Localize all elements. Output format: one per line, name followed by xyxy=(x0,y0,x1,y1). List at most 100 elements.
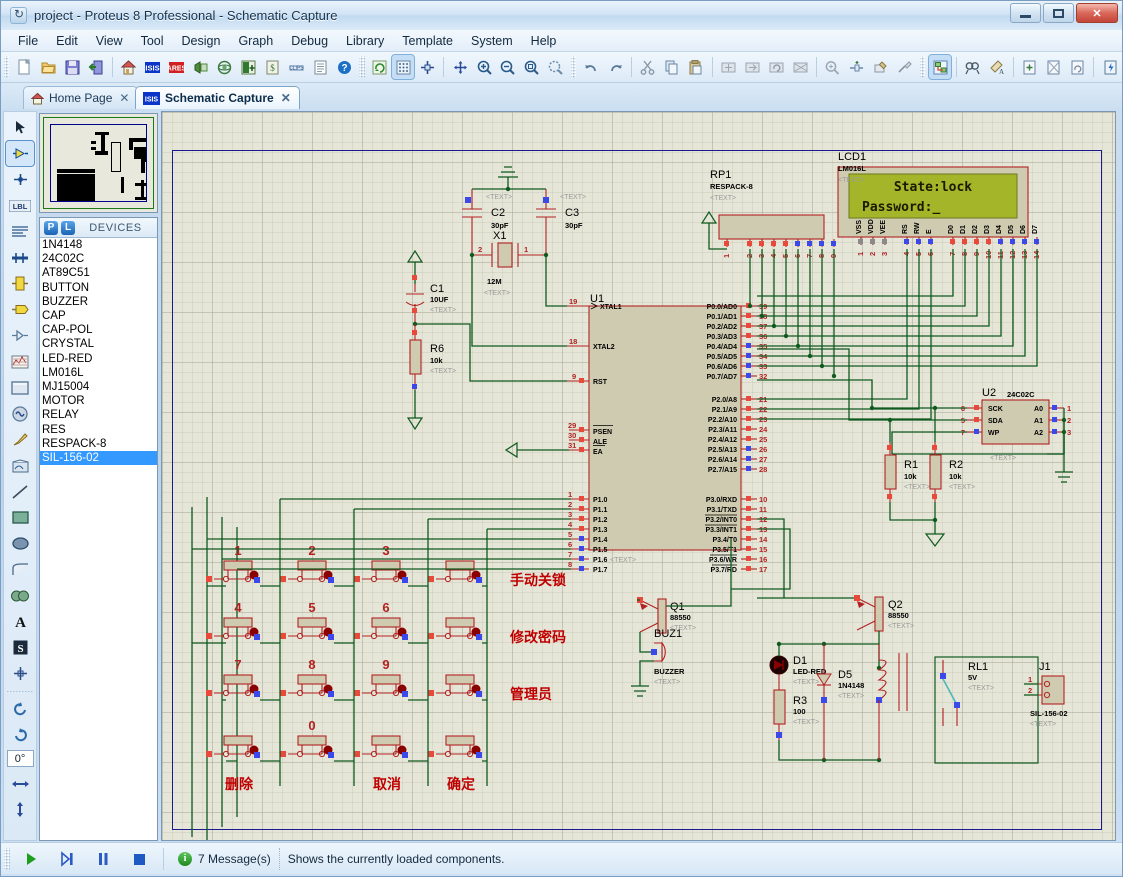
home-page-button[interactable] xyxy=(118,55,140,79)
zoom-all-button[interactable] xyxy=(521,55,543,79)
tab-home-page[interactable]: Home Page ✕ xyxy=(23,86,139,109)
device-item-mj15004[interactable]: MJ15004 xyxy=(40,380,157,394)
menu-design[interactable]: Design xyxy=(173,32,230,50)
origin-button[interactable] xyxy=(416,55,438,79)
save-design-button[interactable] xyxy=(61,55,83,79)
key-button-cancel[interactable] xyxy=(354,735,408,758)
text-script-tool[interactable] xyxy=(6,219,34,244)
key-button-8[interactable]: 8 xyxy=(280,657,334,697)
device-item-buzzer[interactable]: BUZZER xyxy=(40,295,157,309)
pick-from-libraries-button[interactable]: P xyxy=(44,220,58,235)
bill-materials-button[interactable] xyxy=(1099,55,1121,79)
rotate-clockwise-button[interactable] xyxy=(6,696,34,721)
r2-body[interactable] xyxy=(929,454,942,490)
open-design-button[interactable] xyxy=(37,55,59,79)
toolbar-grip[interactable] xyxy=(4,56,10,78)
device-item-at89c51[interactable]: AT89C51 xyxy=(40,266,157,280)
library-manager-button[interactable]: L xyxy=(61,220,75,235)
exit-sheet-button[interactable] xyxy=(1066,55,1088,79)
key-button-manual-lock[interactable] xyxy=(428,560,482,583)
copy-button[interactable] xyxy=(661,55,683,79)
pick-device-button[interactable] xyxy=(822,55,844,79)
cut-button[interactable] xyxy=(637,55,659,79)
menu-help[interactable]: Help xyxy=(522,32,566,50)
mirror-vertical-button[interactable] xyxy=(6,797,34,822)
block-delete-button[interactable] xyxy=(789,55,811,79)
menu-view[interactable]: View xyxy=(87,32,132,50)
zoom-out-button[interactable] xyxy=(497,55,519,79)
block-copy-button[interactable] xyxy=(718,55,740,79)
3d-visualizer-button[interactable] xyxy=(214,55,236,79)
undo-button[interactable] xyxy=(580,55,602,79)
step-simulation-button[interactable] xyxy=(52,846,82,872)
buses-tool[interactable] xyxy=(6,245,34,270)
block-move-button[interactable] xyxy=(741,55,763,79)
devices-list[interactable]: 1N4148 24C02C AT89C51 BUTTON BUZZER CAP … xyxy=(40,238,157,840)
selection-mode-tool[interactable] xyxy=(6,115,34,140)
r1-body[interactable] xyxy=(884,454,897,490)
arc-tool[interactable] xyxy=(6,557,34,582)
remove-sheet-button[interactable] xyxy=(1043,55,1065,79)
device-item-relay[interactable]: RELAY xyxy=(40,408,157,422)
search-tag-button[interactable] xyxy=(962,55,984,79)
key-button-admin[interactable] xyxy=(428,674,482,697)
device-item-button[interactable]: BUTTON xyxy=(40,281,157,295)
statusbar-grip[interactable] xyxy=(4,847,10,870)
key-button-delete[interactable] xyxy=(206,735,260,758)
rp1-body[interactable] xyxy=(718,214,825,240)
device-item-sil-156-02[interactable]: SIL-156-02 xyxy=(40,451,157,466)
key-button-7[interactable]: 7 xyxy=(206,657,260,697)
zoom-area-button[interactable] xyxy=(545,55,567,79)
key-button-change-password[interactable] xyxy=(428,617,482,640)
rotation-angle-input[interactable]: 0° xyxy=(6,750,34,767)
project-clips-button[interactable]: CLIPS xyxy=(285,55,307,79)
make-device-button[interactable] xyxy=(846,55,868,79)
voltage-probe-tool[interactable] xyxy=(6,427,34,452)
device-item-led-red[interactable]: LED-RED xyxy=(40,352,157,366)
mirror-horizontal-button[interactable] xyxy=(6,771,34,796)
paste-button[interactable] xyxy=(685,55,707,79)
device-item-respack-8[interactable]: RESPACK-8 xyxy=(40,437,157,451)
key-button-0[interactable]: 0 xyxy=(280,718,334,758)
device-item-motor[interactable]: MOTOR xyxy=(40,394,157,408)
device-item-24c02c[interactable]: 24C02C xyxy=(40,252,157,266)
key-button-5[interactable]: 5 xyxy=(280,600,334,640)
key-button-4[interactable]: 4 xyxy=(206,600,260,640)
rotate-anticlockwise-button[interactable] xyxy=(6,722,34,747)
pause-simulation-button[interactable] xyxy=(88,846,118,872)
menu-debug[interactable]: Debug xyxy=(282,32,337,50)
import-export-button[interactable] xyxy=(85,55,107,79)
redo-button[interactable] xyxy=(604,55,626,79)
menu-tool[interactable]: Tool xyxy=(132,32,173,50)
tab-close-home-page[interactable]: ✕ xyxy=(119,91,129,105)
x1-body[interactable] xyxy=(497,242,513,268)
component-mode-tool[interactable] xyxy=(5,140,35,167)
schematic-canvas[interactable]: .w { stroke:#0f5a1e; stroke-width:1.3; f… xyxy=(161,111,1116,841)
toolbar-grip-4[interactable] xyxy=(919,56,926,78)
report-button[interactable] xyxy=(309,55,331,79)
tape-recorder-tool[interactable] xyxy=(6,375,34,400)
minimize-button[interactable] xyxy=(1010,3,1041,23)
j1-body[interactable] xyxy=(1041,675,1065,705)
q2-body[interactable] xyxy=(874,596,884,632)
device-item-crystal[interactable]: CRYSTAL xyxy=(40,337,157,351)
circle-tool[interactable] xyxy=(6,531,34,556)
virtual-instrument-tool[interactable] xyxy=(6,453,34,478)
decompose-button[interactable] xyxy=(894,55,916,79)
property-assignment-button[interactable]: A xyxy=(986,55,1008,79)
schematic-capture-button[interactable]: ISIS xyxy=(142,55,164,79)
toolbar-grip-2[interactable] xyxy=(359,56,365,78)
menu-library[interactable]: Library xyxy=(337,32,393,50)
menu-system[interactable]: System xyxy=(462,32,522,50)
tab-schematic-capture[interactable]: ISIS Schematic Capture ✕ xyxy=(135,86,300,109)
device-item-1n4148[interactable]: 1N4148 xyxy=(40,238,157,252)
tab-close-schematic-capture[interactable]: ✕ xyxy=(281,91,291,105)
device-item-cap[interactable]: CAP xyxy=(40,309,157,323)
refresh-button[interactable] xyxy=(369,55,391,79)
device-item-res[interactable]: RES xyxy=(40,423,157,437)
bill-of-materials-button[interactable] xyxy=(238,55,260,79)
terminals-tool[interactable] xyxy=(6,297,34,322)
stop-simulation-button[interactable] xyxy=(124,846,154,872)
generator-tool[interactable] xyxy=(6,401,34,426)
subcircuit-tool[interactable] xyxy=(6,271,34,296)
